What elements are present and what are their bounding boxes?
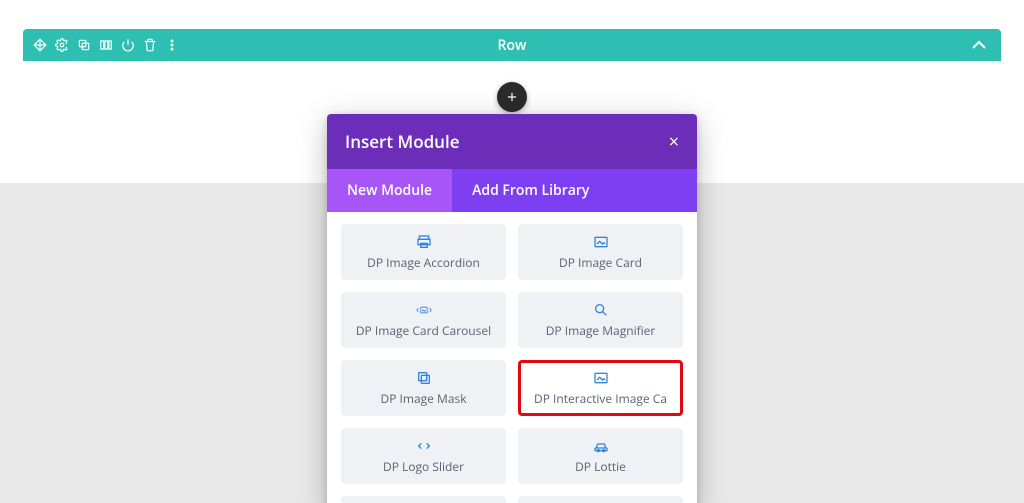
module-dp-image-card-carousel[interactable]: DP Image Card Carousel — [341, 292, 506, 348]
module-dp-image-accordion[interactable]: DP Image Accordion — [341, 224, 506, 280]
arrows-icon — [416, 438, 432, 454]
modal-header: Insert Module × — [327, 114, 697, 169]
module-dp-interactive-image-card[interactable]: DP Interactive Image Ca — [518, 360, 683, 416]
module-dp-image-mask[interactable]: DP Image Mask — [341, 360, 506, 416]
image-icon — [593, 370, 609, 386]
insert-module-modal: Insert Module × New Module Add From Libr… — [327, 114, 697, 503]
module-label: DP Image Card Carousel — [356, 322, 491, 339]
module-peek-right[interactable] — [518, 496, 683, 503]
module-dp-image-magnifier[interactable]: DP Image Magnifier — [518, 292, 683, 348]
modal-tabs: New Module Add From Library — [327, 169, 697, 212]
gear-icon[interactable] — [53, 36, 71, 54]
collapse-icon[interactable] — [967, 33, 991, 57]
modal-body: DP Image Accordion DP Image Card DP Imag… — [327, 212, 697, 503]
duplicate-icon[interactable] — [75, 36, 93, 54]
columns-icon[interactable] — [97, 36, 115, 54]
power-icon[interactable] — [119, 36, 137, 54]
module-label: DP Logo Slider — [383, 458, 464, 475]
close-icon[interactable]: × — [669, 133, 679, 151]
module-dp-lottie[interactable]: DP Lottie — [518, 428, 683, 484]
car-icon — [593, 438, 609, 454]
tab-add-from-library[interactable]: Add From Library — [452, 169, 609, 212]
trash-icon[interactable] — [141, 36, 159, 54]
carousel-icon — [416, 302, 432, 318]
printer-icon — [416, 234, 432, 250]
module-dp-image-card[interactable]: DP Image Card — [518, 224, 683, 280]
tab-new-module[interactable]: New Module — [327, 169, 452, 212]
module-peek-left[interactable] — [341, 496, 506, 503]
module-label: DP Image Mask — [380, 390, 466, 407]
modal-title: Insert Module — [345, 130, 460, 153]
module-dp-logo-slider[interactable]: DP Logo Slider — [341, 428, 506, 484]
more-icon[interactable] — [163, 36, 181, 54]
add-module-button[interactable] — [497, 82, 527, 112]
module-label: DP Interactive Image Ca — [534, 390, 667, 407]
layers-icon — [416, 370, 432, 386]
module-label: DP Image Accordion — [367, 254, 480, 271]
row-toolbar: Row — [23, 29, 1001, 61]
module-label: DP Lottie — [575, 458, 626, 475]
module-label: DP Image Card — [559, 254, 642, 271]
module-grid: DP Image Accordion DP Image Card DP Imag… — [341, 224, 683, 503]
image-icon — [593, 234, 609, 250]
module-label: DP Image Magnifier — [546, 322, 656, 339]
search-icon — [593, 302, 609, 318]
move-icon[interactable] — [31, 36, 49, 54]
